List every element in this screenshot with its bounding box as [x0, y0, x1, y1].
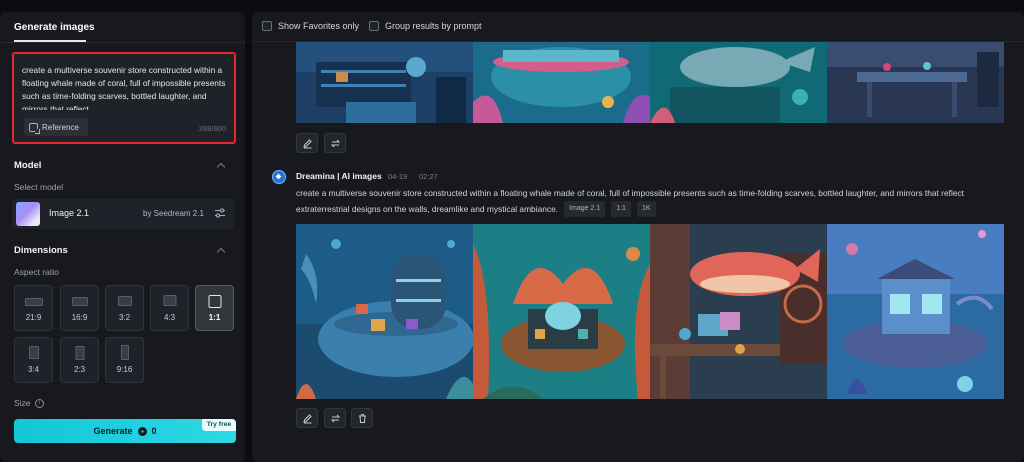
result-image-art [473, 224, 650, 399]
result-image[interactable] [650, 42, 827, 123]
result-image[interactable] [296, 224, 473, 399]
reprompt-icon [330, 139, 340, 147]
result-image-art [473, 42, 650, 123]
result-image-art [296, 224, 473, 399]
dimensions-section-title: Dimensions [14, 245, 68, 256]
group-prompt-line-2-row: extraterrestrial designs on the walls, d… [296, 201, 656, 217]
chevron-up-icon[interactable] [216, 162, 226, 172]
model-name: Image 2.1 [49, 208, 90, 218]
favorites-filter-label: Show Favorites only [278, 21, 360, 31]
model-provider: by Seedream 2.1 [143, 209, 204, 218]
result-image-art [650, 42, 827, 123]
info-icon[interactable]: i [35, 399, 44, 408]
group-date: 04-19 [388, 172, 408, 181]
edit-button[interactable] [296, 133, 318, 153]
reprompt-icon [330, 414, 340, 422]
ratio-shape-icon [208, 295, 221, 308]
ratio-label: 4:3 [163, 313, 176, 322]
ratio-shape-icon [71, 297, 88, 306]
result-image[interactable] [650, 224, 827, 399]
ratio-label: 16:9 [71, 313, 88, 322]
chevron-up-icon[interactable] [216, 247, 226, 257]
group-title: Dreamina | AI images [296, 171, 382, 181]
group-time: 02:27 [419, 172, 438, 181]
credit-coin-icon [137, 426, 147, 436]
ratio-option-9-16[interactable]: 9:16 [105, 337, 144, 383]
prompt-textarea[interactable]: create a multiverse souvenir store const… [22, 64, 228, 110]
generate-cost: 0 [151, 426, 157, 436]
generate-label: Generate [93, 426, 133, 436]
group-filter[interactable]: Group results by prompt [369, 21, 482, 31]
edit-button[interactable] [296, 408, 318, 428]
prompt-box[interactable]: create a multiverse souvenir store const… [12, 52, 236, 144]
result-image-art [650, 224, 827, 399]
dreamina-logo-icon [272, 170, 286, 184]
ratio-option-21-9[interactable]: 21:9 [14, 285, 53, 331]
result-image[interactable] [473, 224, 650, 399]
result-image[interactable] [827, 42, 1004, 123]
pencil-icon [302, 138, 312, 148]
reference-label: Reference [42, 122, 79, 132]
model-tag: Image 2.1 [564, 201, 606, 217]
ratio-option-1-1[interactable]: 1:1 [195, 285, 234, 331]
model-thumbnail [16, 202, 40, 226]
character-counter: 288/800 [198, 124, 226, 133]
ratio-label: 1:1 [208, 313, 221, 322]
ratio-option-4-3[interactable]: 4:3 [150, 285, 189, 331]
ratio-label: 2:3 [73, 365, 86, 374]
result-image-art [827, 42, 1004, 123]
reprompt-button[interactable] [324, 133, 346, 153]
group-prompt-line-1: create a multiverse souvenir store const… [296, 188, 964, 198]
model-section-title: Model [14, 160, 42, 171]
result-image[interactable] [827, 224, 1004, 399]
ratio-label: 9:16 [116, 365, 133, 374]
ratio-shape-icon [163, 295, 176, 306]
result-image-art [827, 224, 1004, 399]
ratio-label: 21:9 [25, 313, 42, 322]
divider [0, 42, 245, 43]
favorites-checkbox[interactable] [262, 21, 272, 31]
ratio-shape-icon [120, 345, 129, 360]
pencil-icon [302, 413, 312, 423]
tab-generate-images[interactable]: Generate images [14, 22, 95, 33]
model-selector[interactable]: Image 2.1 by Seedream 2.1 [12, 199, 234, 229]
result-image-art [296, 42, 473, 123]
try-free-badge: Try free [202, 419, 236, 431]
ratio-option-3-4[interactable]: 3:4 [14, 337, 53, 383]
select-model-label: Select model [14, 182, 64, 192]
ratio-label: 3:2 [118, 313, 131, 322]
delete-button[interactable] [351, 408, 373, 428]
trash-icon [358, 413, 366, 423]
image-reference-icon [29, 122, 40, 134]
reference-button[interactable]: Reference [24, 118, 88, 136]
reprompt-button[interactable] [324, 408, 346, 428]
ratio-label: 3:4 [27, 365, 40, 374]
group-checkbox[interactable] [369, 21, 379, 31]
aspect-ratio-label: Aspect ratio [14, 267, 59, 277]
ratio-option-2-3[interactable]: 2:3 [60, 337, 99, 383]
result-image[interactable] [473, 42, 650, 123]
left-panel: Generate images create a multiverse souv… [0, 12, 245, 462]
group-filter-label: Group results by prompt [385, 21, 482, 31]
ratio-option-3-2[interactable]: 3:2 [105, 285, 144, 331]
size-label: Size [14, 398, 31, 408]
ratio-shape-icon [117, 296, 132, 306]
ratio-shape-icon [24, 298, 43, 306]
ratio-option-16-9[interactable]: 16:9 [60, 285, 99, 331]
ratio-shape-icon [28, 346, 39, 359]
resolution-tag: 1K [636, 201, 656, 217]
sliders-icon[interactable] [214, 207, 226, 219]
ratio-shape-icon [75, 346, 84, 360]
group-prompt-line-2: extraterrestrial designs on the walls, d… [296, 204, 559, 214]
favorites-filter[interactable]: Show Favorites only [262, 21, 359, 31]
result-image[interactable] [296, 42, 473, 123]
ratio-tag: 1:1 [611, 201, 631, 217]
